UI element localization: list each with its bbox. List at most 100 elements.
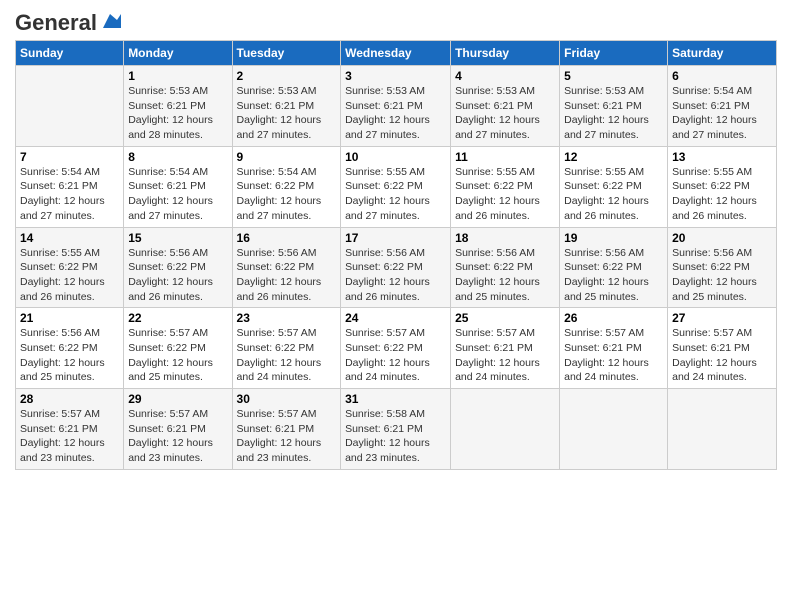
day-info: Sunrise: 5:56 AM Sunset: 6:22 PM Dayligh… [128,246,227,305]
day-number: 28 [20,392,119,406]
day-number: 21 [20,311,119,325]
day-info: Sunrise: 5:56 AM Sunset: 6:22 PM Dayligh… [564,246,663,305]
day-number: 17 [345,231,446,245]
calendar-cell: 20Sunrise: 5:56 AM Sunset: 6:22 PM Dayli… [668,227,777,308]
calendar-cell: 23Sunrise: 5:57 AM Sunset: 6:22 PM Dayli… [232,308,341,389]
calendar-cell: 21Sunrise: 5:56 AM Sunset: 6:22 PM Dayli… [16,308,124,389]
calendar-cell: 12Sunrise: 5:55 AM Sunset: 6:22 PM Dayli… [560,146,668,227]
calendar-cell: 14Sunrise: 5:55 AM Sunset: 6:22 PM Dayli… [16,227,124,308]
day-number: 19 [564,231,663,245]
day-info: Sunrise: 5:55 AM Sunset: 6:22 PM Dayligh… [455,165,555,224]
calendar-week-row: 7Sunrise: 5:54 AM Sunset: 6:21 PM Daylig… [16,146,777,227]
calendar-cell: 17Sunrise: 5:56 AM Sunset: 6:22 PM Dayli… [341,227,451,308]
day-info: Sunrise: 5:55 AM Sunset: 6:22 PM Dayligh… [564,165,663,224]
calendar-cell: 25Sunrise: 5:57 AM Sunset: 6:21 PM Dayli… [451,308,560,389]
day-header-thursday: Thursday [451,41,560,66]
calendar-cell: 19Sunrise: 5:56 AM Sunset: 6:22 PM Dayli… [560,227,668,308]
day-info: Sunrise: 5:54 AM Sunset: 6:22 PM Dayligh… [237,165,337,224]
day-header-friday: Friday [560,41,668,66]
day-number: 11 [455,150,555,164]
calendar-cell: 9Sunrise: 5:54 AM Sunset: 6:22 PM Daylig… [232,146,341,227]
day-info: Sunrise: 5:56 AM Sunset: 6:22 PM Dayligh… [672,246,772,305]
calendar-cell: 22Sunrise: 5:57 AM Sunset: 6:22 PM Dayli… [124,308,232,389]
calendar-cell: 3Sunrise: 5:53 AM Sunset: 6:21 PM Daylig… [341,66,451,147]
day-info: Sunrise: 5:53 AM Sunset: 6:21 PM Dayligh… [237,84,337,143]
day-info: Sunrise: 5:57 AM Sunset: 6:21 PM Dayligh… [20,407,119,466]
calendar-cell: 1Sunrise: 5:53 AM Sunset: 6:21 PM Daylig… [124,66,232,147]
day-info: Sunrise: 5:53 AM Sunset: 6:21 PM Dayligh… [564,84,663,143]
day-info: Sunrise: 5:56 AM Sunset: 6:22 PM Dayligh… [455,246,555,305]
calendar-cell: 30Sunrise: 5:57 AM Sunset: 6:21 PM Dayli… [232,389,341,470]
day-info: Sunrise: 5:54 AM Sunset: 6:21 PM Dayligh… [20,165,119,224]
day-info: Sunrise: 5:55 AM Sunset: 6:22 PM Dayligh… [20,246,119,305]
day-info: Sunrise: 5:54 AM Sunset: 6:21 PM Dayligh… [128,165,227,224]
day-info: Sunrise: 5:53 AM Sunset: 6:21 PM Dayligh… [455,84,555,143]
calendar-cell [560,389,668,470]
calendar-cell [668,389,777,470]
day-number: 3 [345,69,446,83]
day-number: 15 [128,231,227,245]
logo: General [15,10,121,32]
day-info: Sunrise: 5:57 AM Sunset: 6:21 PM Dayligh… [564,326,663,385]
day-number: 8 [128,150,227,164]
calendar-cell: 26Sunrise: 5:57 AM Sunset: 6:21 PM Dayli… [560,308,668,389]
day-header-wednesday: Wednesday [341,41,451,66]
day-number: 6 [672,69,772,83]
day-number: 2 [237,69,337,83]
day-info: Sunrise: 5:57 AM Sunset: 6:22 PM Dayligh… [128,326,227,385]
main-container: General SundayMondayTuesdayWednesdayThur… [0,0,792,480]
day-number: 12 [564,150,663,164]
day-info: Sunrise: 5:57 AM Sunset: 6:21 PM Dayligh… [455,326,555,385]
day-number: 26 [564,311,663,325]
day-number: 24 [345,311,446,325]
calendar-cell: 24Sunrise: 5:57 AM Sunset: 6:22 PM Dayli… [341,308,451,389]
day-header-monday: Monday [124,41,232,66]
day-number: 30 [237,392,337,406]
header: General [15,10,777,32]
day-number: 18 [455,231,555,245]
day-info: Sunrise: 5:57 AM Sunset: 6:21 PM Dayligh… [128,407,227,466]
day-number: 23 [237,311,337,325]
calendar-cell: 10Sunrise: 5:55 AM Sunset: 6:22 PM Dayli… [341,146,451,227]
calendar-cell: 5Sunrise: 5:53 AM Sunset: 6:21 PM Daylig… [560,66,668,147]
day-number: 20 [672,231,772,245]
day-info: Sunrise: 5:56 AM Sunset: 6:22 PM Dayligh… [237,246,337,305]
day-number: 13 [672,150,772,164]
day-info: Sunrise: 5:56 AM Sunset: 6:22 PM Dayligh… [345,246,446,305]
calendar-week-row: 1Sunrise: 5:53 AM Sunset: 6:21 PM Daylig… [16,66,777,147]
calendar-week-row: 21Sunrise: 5:56 AM Sunset: 6:22 PM Dayli… [16,308,777,389]
calendar-cell: 18Sunrise: 5:56 AM Sunset: 6:22 PM Dayli… [451,227,560,308]
calendar-cell: 29Sunrise: 5:57 AM Sunset: 6:21 PM Dayli… [124,389,232,470]
logo-icon [99,10,121,32]
calendar-cell: 15Sunrise: 5:56 AM Sunset: 6:22 PM Dayli… [124,227,232,308]
calendar-cell: 13Sunrise: 5:55 AM Sunset: 6:22 PM Dayli… [668,146,777,227]
logo-general: General [15,10,97,36]
day-info: Sunrise: 5:55 AM Sunset: 6:22 PM Dayligh… [672,165,772,224]
day-number: 25 [455,311,555,325]
calendar-cell: 7Sunrise: 5:54 AM Sunset: 6:21 PM Daylig… [16,146,124,227]
calendar-cell: 8Sunrise: 5:54 AM Sunset: 6:21 PM Daylig… [124,146,232,227]
day-info: Sunrise: 5:55 AM Sunset: 6:22 PM Dayligh… [345,165,446,224]
day-info: Sunrise: 5:57 AM Sunset: 6:22 PM Dayligh… [345,326,446,385]
day-number: 16 [237,231,337,245]
day-info: Sunrise: 5:58 AM Sunset: 6:21 PM Dayligh… [345,407,446,466]
calendar-week-row: 28Sunrise: 5:57 AM Sunset: 6:21 PM Dayli… [16,389,777,470]
day-info: Sunrise: 5:54 AM Sunset: 6:21 PM Dayligh… [672,84,772,143]
day-info: Sunrise: 5:53 AM Sunset: 6:21 PM Dayligh… [128,84,227,143]
day-number: 29 [128,392,227,406]
day-number: 4 [455,69,555,83]
calendar-table: SundayMondayTuesdayWednesdayThursdayFrid… [15,40,777,470]
day-info: Sunrise: 5:56 AM Sunset: 6:22 PM Dayligh… [20,326,119,385]
calendar-cell: 11Sunrise: 5:55 AM Sunset: 6:22 PM Dayli… [451,146,560,227]
calendar-week-row: 14Sunrise: 5:55 AM Sunset: 6:22 PM Dayli… [16,227,777,308]
calendar-cell [16,66,124,147]
day-info: Sunrise: 5:53 AM Sunset: 6:21 PM Dayligh… [345,84,446,143]
calendar-cell: 16Sunrise: 5:56 AM Sunset: 6:22 PM Dayli… [232,227,341,308]
day-number: 1 [128,69,227,83]
calendar-cell: 27Sunrise: 5:57 AM Sunset: 6:21 PM Dayli… [668,308,777,389]
day-number: 9 [237,150,337,164]
day-number: 10 [345,150,446,164]
day-number: 7 [20,150,119,164]
day-info: Sunrise: 5:57 AM Sunset: 6:21 PM Dayligh… [672,326,772,385]
day-info: Sunrise: 5:57 AM Sunset: 6:21 PM Dayligh… [237,407,337,466]
